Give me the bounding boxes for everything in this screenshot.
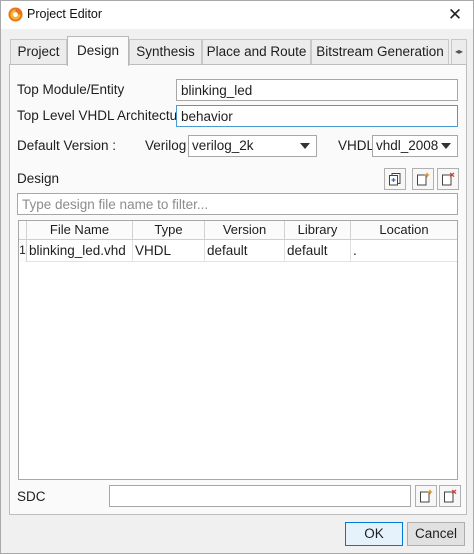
sdc-new-file-button[interactable]: [415, 485, 437, 507]
top-module-label: Top Module/Entity: [17, 82, 125, 97]
new-file-icon: [420, 489, 433, 503]
close-icon: ✕: [447, 5, 463, 24]
add-files-button[interactable]: [384, 168, 406, 190]
close-button[interactable]: ✕: [441, 4, 469, 26]
column-header-library[interactable]: Library: [285, 221, 351, 240]
top-vhdl-architecture-input[interactable]: [176, 105, 458, 127]
row-number-header: [19, 221, 27, 240]
title-bar[interactable]: Project Editor ✕: [1, 1, 473, 29]
remove-file-icon: [442, 172, 455, 186]
column-header-version[interactable]: Version: [205, 221, 285, 240]
table-row[interactable]: 1 blinking_led.vhd VHDL default default …: [19, 240, 457, 262]
column-header-type[interactable]: Type: [133, 221, 205, 240]
design-section-label: Design: [17, 171, 60, 186]
tab-place-and-route[interactable]: Place and Route: [202, 39, 311, 65]
window-title: Project Editor: [27, 7, 103, 21]
gowin-logo-icon: [8, 7, 23, 22]
new-file-icon: [417, 172, 430, 186]
vhdl-version-value: vhdl_2008: [376, 138, 439, 153]
tab-scroll-arrows-icon[interactable]: ◂▸: [451, 39, 467, 65]
tab-bar: Project Design Synthesis Place and Route…: [1, 29, 473, 66]
vhdl-label: VHDL: [338, 138, 375, 153]
design-files-table: File Name Type Version Library Location …: [18, 220, 458, 480]
vhdl-version-select[interactable]: vhdl_2008: [372, 135, 458, 157]
ok-button[interactable]: OK: [345, 522, 403, 546]
default-version-label: Default Version :: [17, 138, 117, 153]
row-number: 1: [19, 240, 27, 262]
design-filter-input[interactable]: [17, 193, 458, 215]
sdc-remove-file-button[interactable]: [439, 485, 461, 507]
verilog-version-value: verilog_2k: [192, 138, 254, 153]
cell-location[interactable]: .: [351, 240, 457, 262]
top-vhdl-architecture-label: Top Level VHDL Architecture: [17, 108, 190, 123]
cell-version[interactable]: default: [205, 240, 285, 262]
tab-design[interactable]: Design: [67, 36, 129, 66]
tab-bitstream-generation[interactable]: Bitstream Generation: [311, 39, 449, 65]
chevron-down-icon: [441, 143, 451, 149]
verilog-label: Verilog: [145, 138, 187, 153]
column-header-location[interactable]: Location: [351, 221, 457, 240]
tab-synthesis[interactable]: Synthesis: [129, 39, 202, 65]
verilog-version-select[interactable]: verilog_2k: [188, 135, 317, 157]
add-files-icon: [389, 173, 401, 186]
sdc-label: SDC: [17, 489, 46, 504]
column-header-file-name[interactable]: File Name: [27, 221, 133, 240]
new-file-button[interactable]: [412, 168, 434, 190]
remove-file-icon: [444, 489, 457, 503]
cell-library[interactable]: default: [285, 240, 351, 262]
tab-project[interactable]: Project: [10, 39, 67, 65]
table-header: File Name Type Version Library Location: [19, 221, 457, 240]
top-module-input[interactable]: [176, 79, 458, 101]
chevron-down-icon: [300, 143, 310, 149]
cell-type[interactable]: VHDL: [133, 240, 205, 262]
project-editor-window: Project Editor ✕ Project Design Synthesi…: [0, 0, 474, 554]
cell-file-name[interactable]: blinking_led.vhd: [27, 240, 133, 262]
sdc-file-input[interactable]: [109, 485, 411, 507]
design-tab-panel: Top Module/Entity Top Level VHDL Archite…: [9, 64, 467, 515]
cancel-button[interactable]: Cancel: [407, 522, 465, 546]
remove-file-button[interactable]: [437, 168, 459, 190]
